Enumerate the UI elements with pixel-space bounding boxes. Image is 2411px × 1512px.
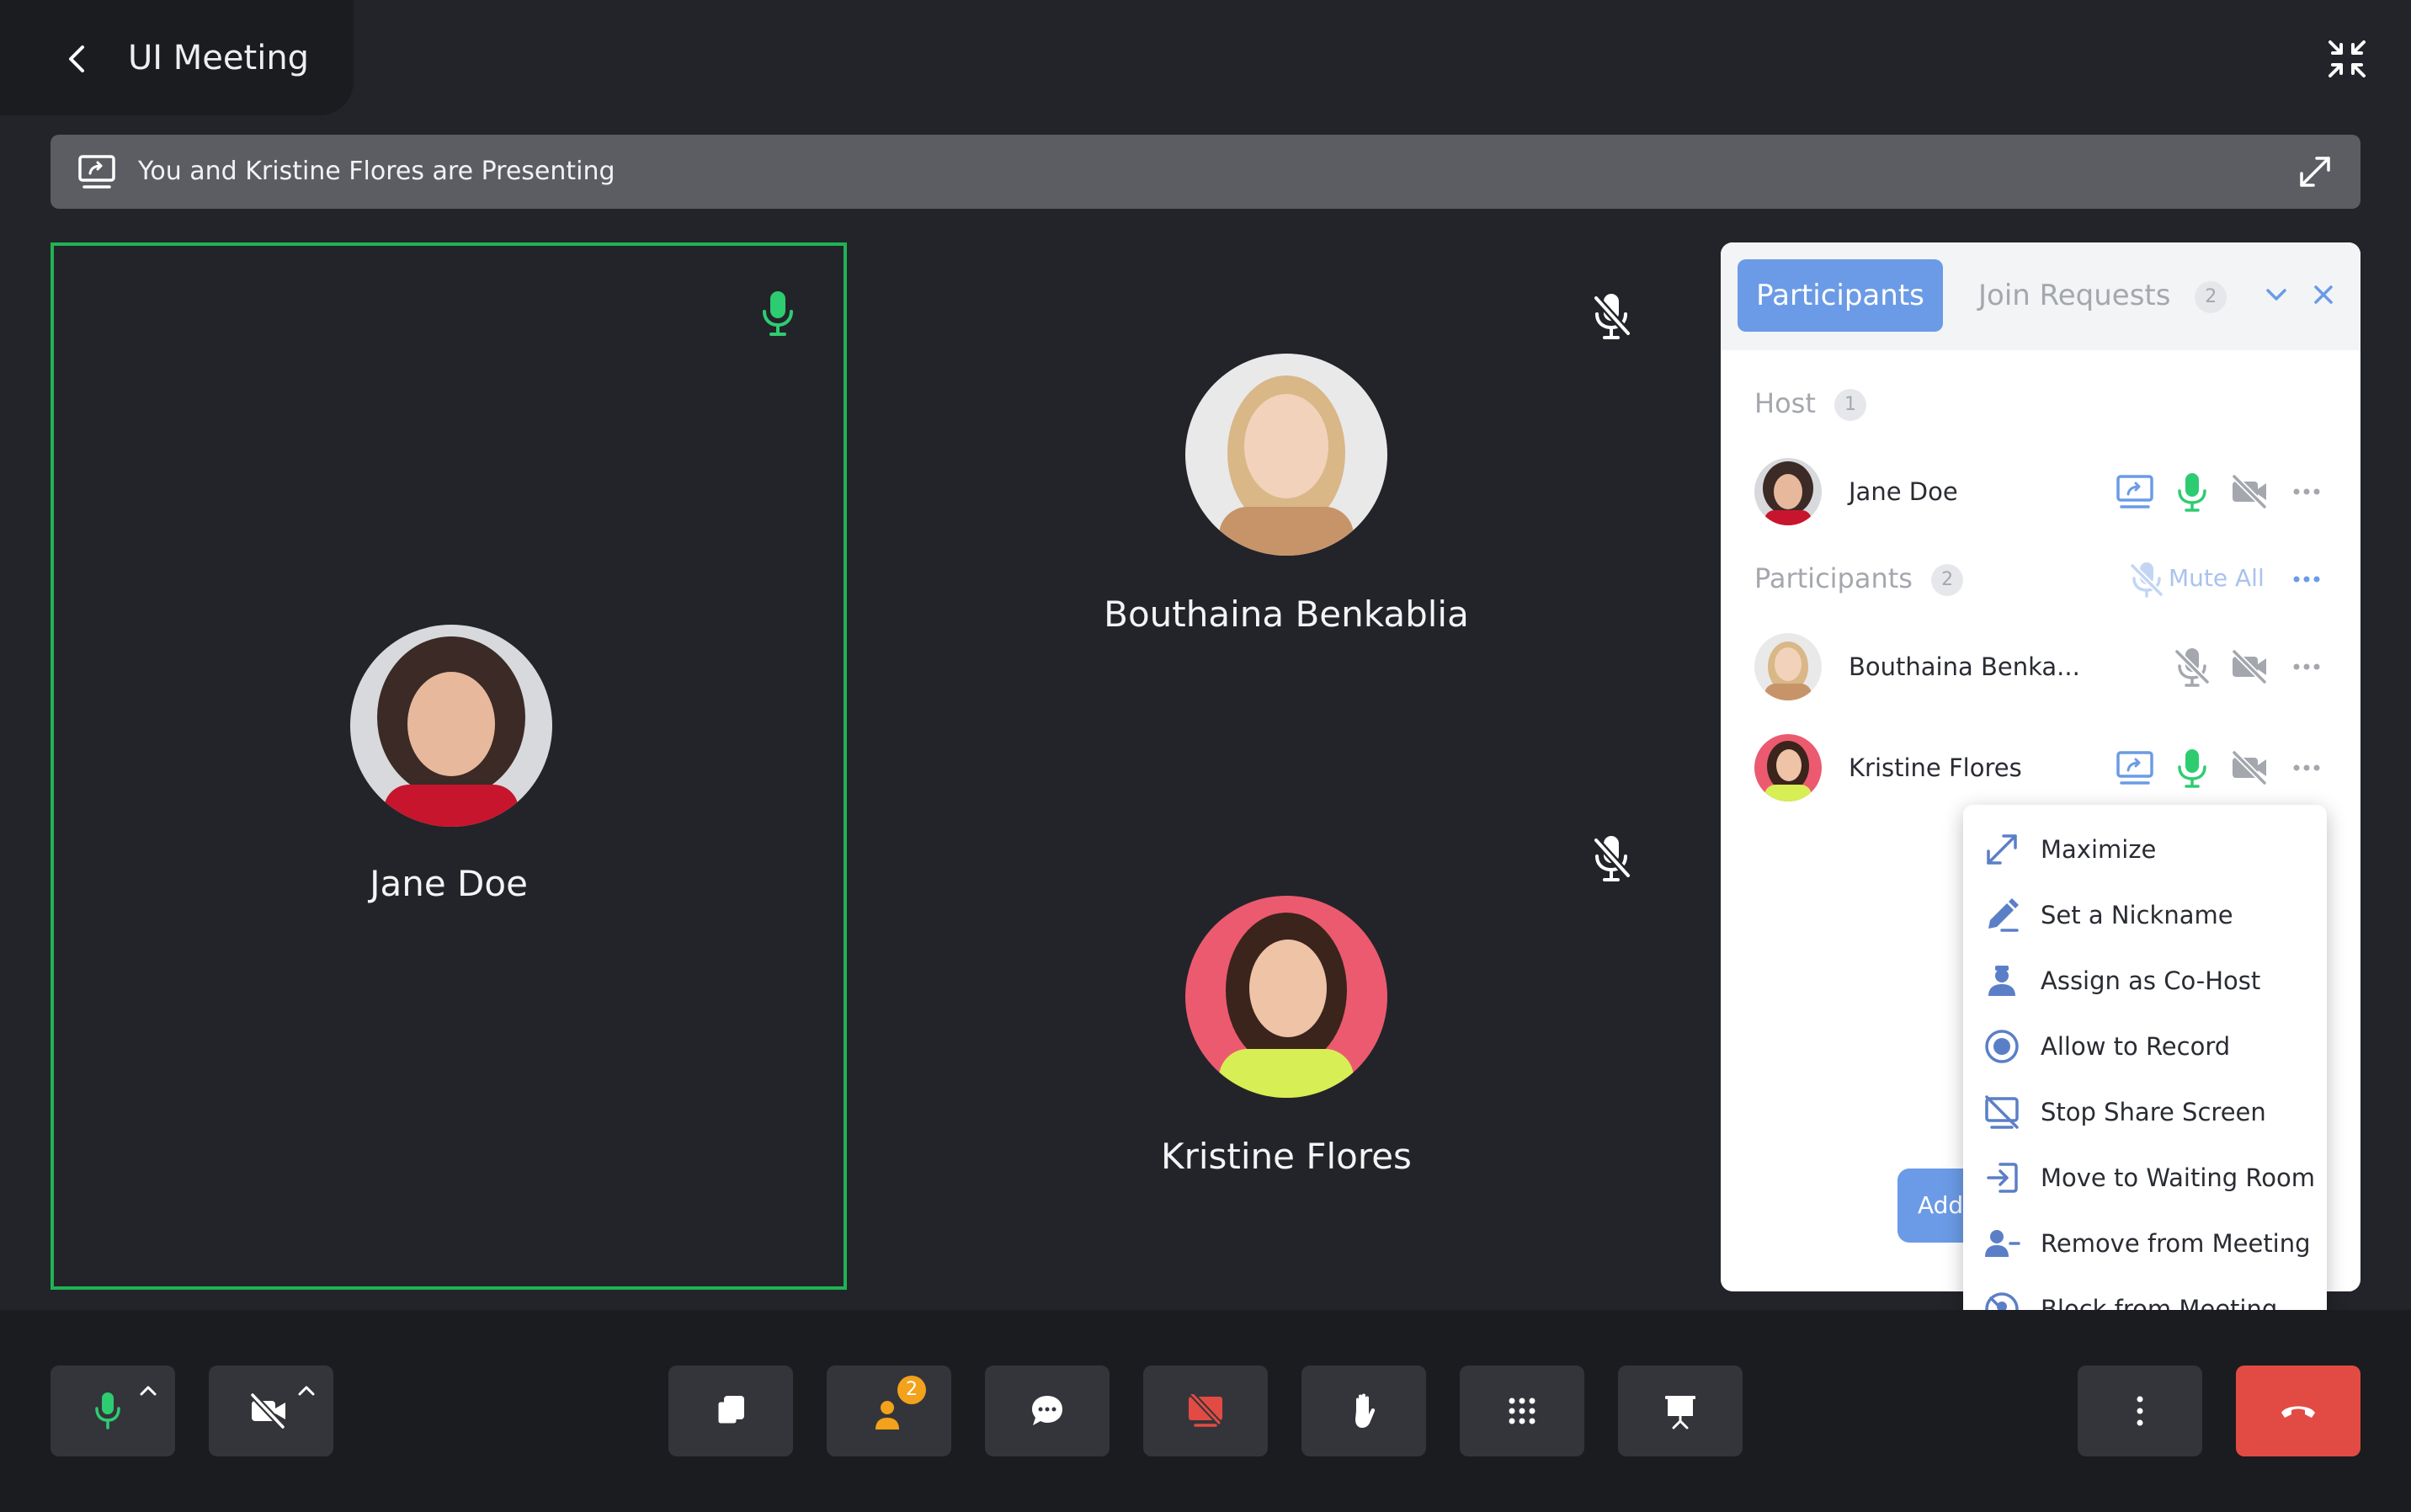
copy-icon xyxy=(716,1396,744,1426)
host-section-label: Host 1 xyxy=(1754,384,1867,423)
meeting-title: UI Meeting xyxy=(128,39,310,77)
grid-icon xyxy=(1509,1398,1535,1424)
stop-share-icon xyxy=(1985,1095,2019,1129)
menu-item-waiting-room[interactable]: Move to Waiting Room xyxy=(1963,1145,2327,1211)
tab-join-requests[interactable]: Join Requests 2 xyxy=(1978,259,2227,332)
participant-name: Jane Doe xyxy=(1849,477,1958,506)
remove-user-icon xyxy=(1985,1230,2020,1257)
mic-on-icon xyxy=(95,1392,120,1429)
banner-text: You and Kristine Flores are Presenting xyxy=(138,157,615,186)
menu-item-label: Set a Nickname xyxy=(2041,901,2233,929)
video-off-icon[interactable] xyxy=(2229,647,2270,687)
avatar xyxy=(1185,896,1387,1098)
participants-count: 2 xyxy=(1931,564,1964,596)
more-options-icon[interactable] xyxy=(2286,559,2327,599)
chevron-down-icon[interactable] xyxy=(2259,278,2293,311)
video-off-icon[interactable] xyxy=(2229,748,2270,788)
menu-item-assign-cohost[interactable]: Assign as Co-Host xyxy=(1963,948,2327,1014)
menu-item-allow-record[interactable]: Allow to Record xyxy=(1963,1014,2327,1079)
raise-hand-button[interactable] xyxy=(1301,1366,1426,1456)
apps-button[interactable] xyxy=(1460,1366,1584,1456)
mic-toggle-button[interactable] xyxy=(51,1366,175,1456)
menu-item-label: Stop Share Screen xyxy=(2041,1098,2266,1126)
more-options-button[interactable] xyxy=(2078,1366,2202,1456)
mic-muted-icon xyxy=(2130,562,2164,598)
host-label: Host xyxy=(1754,387,1816,419)
maximize-icon xyxy=(1987,834,2017,865)
presentation-icon xyxy=(1665,1396,1695,1429)
whiteboard-button[interactable] xyxy=(1618,1366,1743,1456)
participant-context-menu: Maximize Set a Nickname Assign as Co-Hos… xyxy=(1963,805,2327,1355)
chevron-left-icon xyxy=(69,45,84,72)
participant-name: Kristine Flores xyxy=(1849,753,2022,782)
menu-item-label: Remove from Meeting xyxy=(2041,1229,2311,1258)
participants-badge: 2 xyxy=(897,1376,926,1404)
share-screen-button[interactable] xyxy=(1143,1366,1268,1456)
mic-on-icon xyxy=(758,290,798,337)
participants-label: Participants xyxy=(1754,562,1913,594)
more-options-icon[interactable] xyxy=(2286,748,2327,788)
menu-item-remove[interactable]: Remove from Meeting xyxy=(1963,1211,2327,1276)
menu-item-label: Allow to Record xyxy=(2041,1032,2231,1061)
avatar xyxy=(350,625,552,827)
participant-name: Bouthaina Benkablia xyxy=(1104,594,1469,635)
menu-item-label: Maximize xyxy=(2041,835,2157,864)
close-icon[interactable] xyxy=(2307,278,2340,311)
participants-button[interactable]: 2 xyxy=(827,1366,951,1456)
mic-on-icon[interactable] xyxy=(2172,748,2212,788)
avatar xyxy=(1754,734,1822,801)
tab-join-requests-label: Join Requests xyxy=(1978,279,2171,312)
collapse-icon xyxy=(2329,40,2366,77)
more-options-icon[interactable] xyxy=(2286,647,2327,687)
chat-button[interactable] xyxy=(985,1366,1110,1456)
hang-up-icon xyxy=(2281,1406,2315,1418)
fullscreen-button[interactable] xyxy=(2325,37,2369,81)
mic-muted-icon xyxy=(1589,291,1633,342)
menu-item-stop-share[interactable]: Stop Share Screen xyxy=(1963,1079,2327,1145)
cohost-icon xyxy=(1988,966,2015,996)
menu-item-maximize[interactable]: Maximize xyxy=(1963,817,2327,882)
chat-icon xyxy=(1032,1396,1062,1425)
avatar xyxy=(1185,354,1387,556)
mic-on-icon[interactable] xyxy=(2172,471,2212,512)
record-icon xyxy=(1985,1030,2019,1063)
more-vertical-icon xyxy=(2137,1396,2143,1426)
mic-muted-icon[interactable] xyxy=(2172,647,2212,687)
mic-muted-icon xyxy=(1589,833,1633,884)
participant-name: Kristine Flores xyxy=(1161,1136,1412,1177)
menu-item-set-nickname[interactable]: Set a Nickname xyxy=(1963,882,2327,948)
copy-link-button[interactable] xyxy=(668,1366,793,1456)
tab-participants[interactable]: Participants xyxy=(1738,259,1943,332)
presenting-banner: You and Kristine Flores are Presenting xyxy=(51,135,2360,209)
screen-share-icon[interactable] xyxy=(2115,748,2155,788)
mute-all-label: Mute All xyxy=(2169,564,2265,592)
back-button[interactable] xyxy=(56,37,99,81)
hand-icon xyxy=(1355,1393,1376,1428)
participant-name: Bouthaina Benka... xyxy=(1849,652,2080,681)
pencil-icon xyxy=(1988,898,2019,932)
menu-item-label: Move to Waiting Room xyxy=(2041,1163,2315,1192)
join-requests-count: 2 xyxy=(2195,280,2227,313)
avatar xyxy=(1754,458,1822,525)
chevron-up-icon xyxy=(140,1386,157,1396)
chevron-up-icon xyxy=(298,1386,315,1396)
participant-row[interactable]: Bouthaina Benka... xyxy=(1721,623,2360,711)
waiting-room-icon xyxy=(1987,1163,2018,1193)
video-off-icon xyxy=(250,1392,285,1429)
screen-share-icon xyxy=(77,153,116,190)
host-count: 1 xyxy=(1834,389,1867,421)
participant-name: Jane Doe xyxy=(370,863,528,904)
expand-icon[interactable] xyxy=(2297,153,2334,190)
participants-section-label: Participants 2 xyxy=(1754,559,1964,598)
share-off-icon xyxy=(1189,1394,1222,1427)
end-call-button[interactable] xyxy=(2236,1366,2360,1456)
screen-share-icon[interactable] xyxy=(2115,471,2155,512)
avatar xyxy=(1754,633,1822,700)
video-off-icon[interactable] xyxy=(2229,471,2270,512)
participant-row[interactable]: Kristine Flores xyxy=(1721,724,2360,812)
more-options-icon[interactable] xyxy=(2286,471,2327,512)
menu-item-label: Assign as Co-Host xyxy=(2041,966,2261,995)
video-toggle-button[interactable] xyxy=(209,1366,333,1456)
